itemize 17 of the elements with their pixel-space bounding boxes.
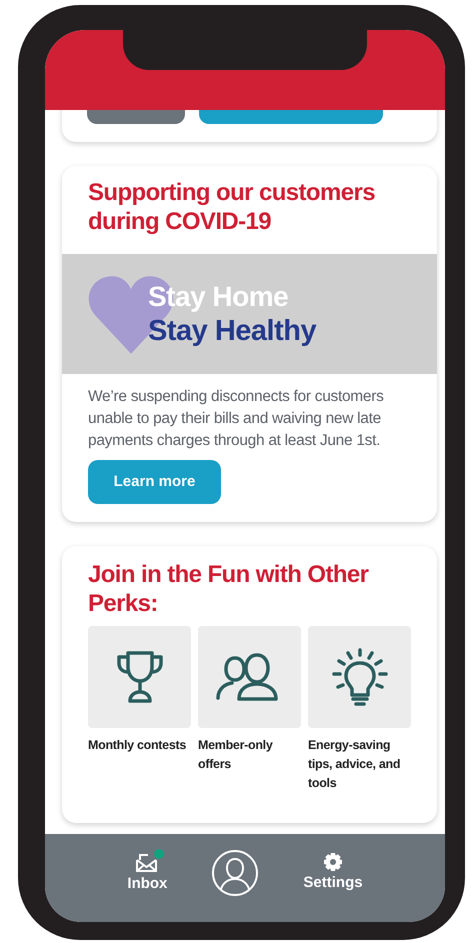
trophy-icon (114, 649, 164, 705)
perk-label: Monthly contests (88, 737, 187, 754)
inbox-button[interactable]: Inbox (127, 850, 168, 896)
card-title: Supporting our customers during COVID-19 (87, 178, 376, 237)
perk-label: Energy-saving tips, advice, and tools (308, 737, 402, 792)
perk-label: Member-only offers (198, 737, 274, 773)
learn-more-button[interactable]: Learn more (88, 460, 221, 504)
settings-button[interactable]: Settings (303, 852, 363, 894)
card-title: Join in the Fun with Other Perks: (88, 560, 370, 618)
body-text: We’re suspending disconnects for customers unable to pay their bills and waiving new late payments charges through at least June 1st. (88, 387, 385, 451)
profile-button[interactable] (211, 849, 260, 897)
perk-tile[interactable] (88, 626, 191, 728)
settings-icon (323, 852, 343, 872)
perk-tile[interactable] (198, 626, 301, 728)
banner-headline: Stay Healthy (148, 314, 316, 348)
perk-tile[interactable] (308, 626, 411, 728)
light-bulb-icon (330, 647, 390, 707)
